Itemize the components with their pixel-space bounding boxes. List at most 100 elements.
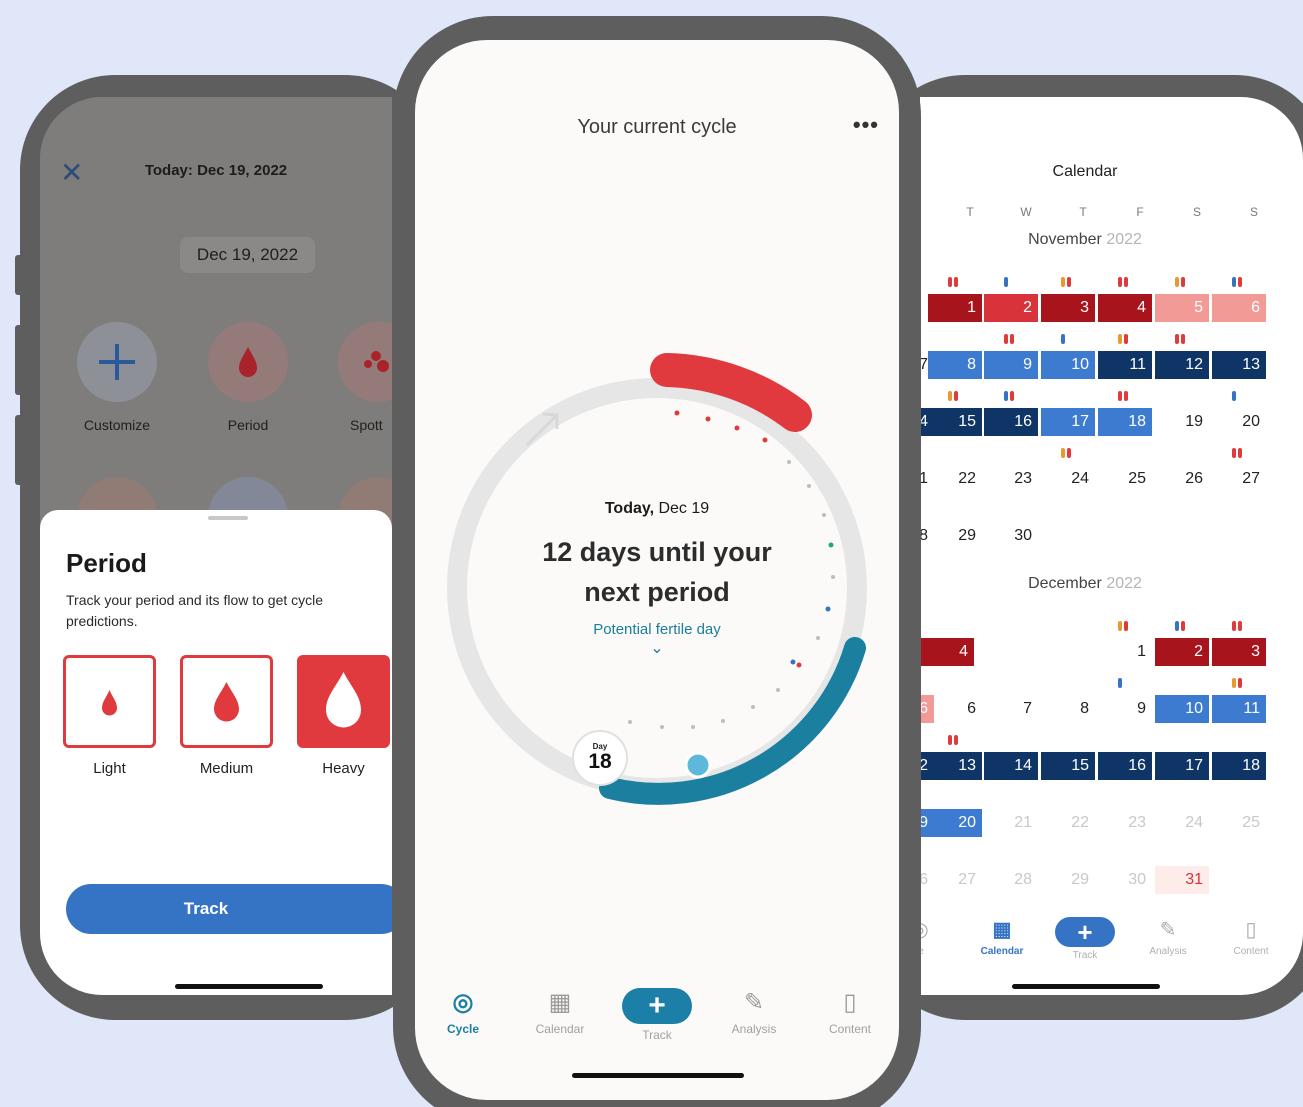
calendar-day[interactable]: 19 [1155,408,1209,436]
calendar-day[interactable]: 5 [1155,294,1209,322]
symptom-dots [1175,277,1187,287]
calendar-day[interactable]: 10 [1041,351,1095,379]
calendar-day[interactable]: 6 [920,866,934,894]
calendar-day[interactable]: 11 [1098,351,1152,379]
calendar-day[interactable]: 6 [928,695,982,723]
nav-calendar[interactable]: ▦ Calendar [962,917,1042,957]
date-pill[interactable]: Dec 19, 2022 [180,237,315,273]
calendar-day[interactable]: 20 [1212,408,1266,436]
nav-cycle[interactable]: ◎le [920,917,960,957]
calendar-day[interactable]: 7 [984,695,1038,723]
calendar-day[interactable]: 1 [1098,638,1152,666]
screen-title: Your current cycle [577,116,737,138]
calendar-day[interactable]: 4 [920,408,934,436]
spotting-chip[interactable] [338,322,392,402]
today-marker[interactable] [684,751,712,779]
calendar-day[interactable]: 20 [928,809,982,837]
calendar-day[interactable]: 18 [1212,752,1266,780]
calendar-day[interactable]: 3 [1212,638,1266,666]
calendar-day[interactable]: 27 [928,866,982,894]
blood-drop-icon [239,347,257,377]
flow-light-option[interactable] [63,655,156,748]
sheet-title: Period [66,548,147,578]
cycle-dot [776,688,780,692]
calendar-day[interactable]: 13 [928,752,982,780]
nav-track[interactable]: + Track [1045,917,1125,961]
calendar-day[interactable]: 23 [984,465,1038,493]
calendar-day[interactable]: 9 [920,809,934,837]
sheet-handle[interactable] [208,516,248,520]
calendar-day[interactable]: 6 [1212,294,1266,322]
cycle-dot [796,662,802,668]
calendar-day[interactable]: 16 [1098,752,1152,780]
calendar-day[interactable]: 1 [928,294,982,322]
nav-analysis[interactable]: ✎ Analysis [1128,917,1208,957]
nav-content[interactable]: ▯ Content [1211,917,1291,957]
calendar-title: Calendar [1052,163,1118,180]
calendar-day[interactable]: 17 [1041,408,1095,436]
cycle-screen: Your current cycle ••• Today, Dec 19 12 … [415,40,899,1100]
flow-heavy-option[interactable] [297,655,390,748]
calendar-day[interactable]: 11 [1212,695,1266,723]
calendar-day[interactable]: 28 [984,866,1038,894]
chevron-down-icon[interactable]: ⌄ [415,638,899,658]
period-chip[interactable] [208,322,288,402]
calendar-day[interactable]: 7 [920,351,934,379]
calendar-day[interactable]: 24 [1041,465,1095,493]
calendar-day[interactable]: 25 [1098,465,1152,493]
calendar-day[interactable]: 30 [1098,866,1152,894]
calendar-day[interactable]: 27 [1212,465,1266,493]
customize-chip[interactable] [77,322,157,402]
calendar-day[interactable]: 2 [984,294,1038,322]
chip-label: Period [227,417,269,433]
symptom-dots [948,391,960,401]
calendar-day[interactable]: 17 [1155,752,1209,780]
calendar-day[interactable]: 2 [1155,638,1209,666]
calendar-day[interactable]: 29 [1041,866,1095,894]
chip-label: Spott [350,417,383,433]
calendar-day[interactable]: 3 [1041,294,1095,322]
calendar-day[interactable]: 21 [984,809,1038,837]
calendar-day[interactable]: 29 [928,522,982,550]
track-button[interactable]: Track [66,884,392,934]
calendar-day[interactable]: 6 [920,695,934,723]
cycle-dot [751,705,755,709]
flow-medium-option[interactable] [180,655,273,748]
calendar-day[interactable]: 31 [1155,866,1209,894]
calendar-day[interactable]: 26 [1155,465,1209,493]
calendar-day[interactable]: 12 [1155,351,1209,379]
calendar-day[interactable]: 8 [1041,695,1095,723]
calendar-day[interactable]: 9 [1098,695,1152,723]
nav-track[interactable]: + Track [612,988,702,1042]
calendar-day[interactable]: 25 [1212,809,1266,837]
calendar-day[interactable]: 9 [984,351,1038,379]
nav-cycle[interactable]: ◎ Cycle [418,988,508,1036]
calendar-day[interactable]: 30 [984,522,1038,550]
calendar-day[interactable]: 10 [1155,695,1209,723]
calendar-day[interactable]: 8 [928,351,982,379]
weekday-label: T [1079,205,1087,219]
calendar-day[interactable]: 15 [1041,752,1095,780]
calendar-day[interactable]: 13 [1212,351,1266,379]
calendar-day[interactable]: 14 [984,752,1038,780]
calendar-day[interactable]: 24 [1155,809,1209,837]
calendar-day[interactable]: 23 [1098,809,1152,837]
calendar-day[interactable]: 15 [928,408,982,436]
nav-calendar[interactable]: ▦ Calendar [515,988,605,1036]
calendar-day[interactable]: 4 [1098,294,1152,322]
calendar-day[interactable]: 4 [920,638,974,666]
calendar-day[interactable]: 18 [1098,408,1152,436]
calendar-day[interactable]: 1 [920,465,934,493]
calendar-day[interactable]: 22 [1041,809,1095,837]
symptom-dots [1175,334,1187,344]
calendar-day[interactable]: 8 [920,522,934,550]
calendar-day[interactable]: 16 [984,408,1038,436]
calendar-day[interactable]: 2 [920,752,934,780]
cycle-dot [628,720,632,724]
nav-analysis[interactable]: ✎ Analysis [709,988,799,1036]
cycle-dot [674,410,680,416]
nav-content[interactable]: ▯ Content [805,988,895,1036]
calendar-day[interactable]: 22 [928,465,982,493]
more-options-icon[interactable]: ••• [853,112,879,138]
fertile-day-label[interactable]: Potential fertile day [415,621,899,638]
